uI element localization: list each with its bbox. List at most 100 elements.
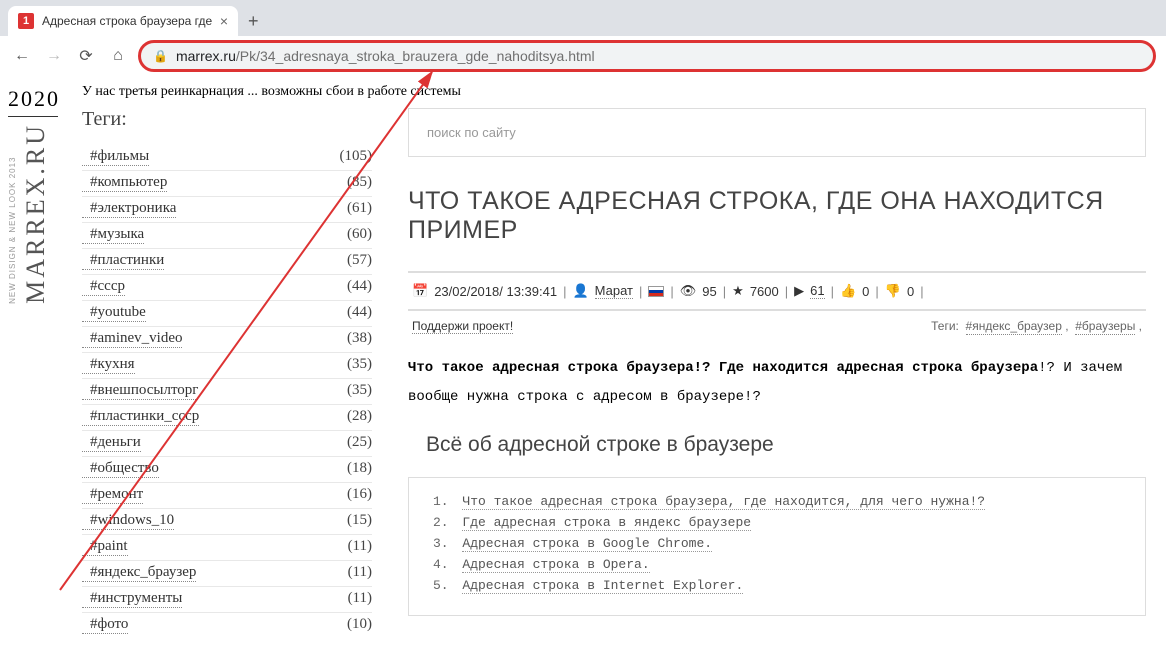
tag-link[interactable]: #деньги (82, 434, 141, 452)
tag-item[interactable]: #фото(10) (82, 612, 372, 634)
tag-count: (15) (347, 512, 372, 529)
tag-count: (25) (347, 434, 372, 451)
toc-item: Что такое адресная строка браузера, где … (433, 494, 1121, 509)
tag-item[interactable]: #пластинки_ссср (28) (82, 404, 372, 426)
tag-link[interactable]: #инструменты (82, 590, 182, 608)
browser-tab[interactable]: 1 Адресная строка браузера где × (8, 6, 238, 36)
reload-button[interactable]: ⟳ (74, 44, 98, 68)
thumbs-down-icon[interactable]: 👎 (885, 283, 901, 299)
tag-link[interactable]: #внешпосылторг (82, 382, 198, 400)
article-title: ЧТО ТАКОЕ АДРЕСНАЯ СТРОКА, ГДЕ ОНА НАХОД… (408, 187, 1146, 245)
tag-link[interactable]: #фильмы (82, 148, 149, 166)
tag-item[interactable]: #яндекс_браузер (11) (82, 560, 372, 582)
tag-link[interactable]: #youtube (82, 304, 146, 322)
tag-link[interactable]: #пластинки (82, 252, 164, 270)
article-tag-1[interactable]: #яндекс_браузер (966, 319, 1062, 335)
left-rail: 2020 NEW DISIGN & NEW LOOK 2013 MARREX.R… (0, 76, 58, 638)
toc: Что такое адресная строка браузера, где … (408, 477, 1146, 616)
tag-count: (35) (347, 356, 372, 373)
tag-count: (44) (347, 278, 372, 295)
tag-count: (28) (347, 408, 372, 425)
eye-icon: 👁 (680, 283, 697, 299)
tag-item[interactable]: #ссср (44) (82, 274, 372, 296)
tag-link[interactable]: #windows_10 (82, 512, 174, 530)
tag-item[interactable]: #деньги (25) (82, 430, 372, 452)
tags-heading: Теги: (82, 108, 372, 131)
search-input[interactable]: поиск по сайту (408, 108, 1146, 157)
support-link[interactable]: Поддержи проект! (412, 319, 513, 334)
tag-link[interactable]: #яндекс_браузер (82, 564, 196, 582)
back-button[interactable]: ← (10, 44, 34, 68)
toc-link[interactable]: Адресная строка в Opera. (462, 557, 649, 573)
tag-count: (11) (348, 564, 372, 581)
tab-strip: 1 Адресная строка браузера где × + (0, 0, 1166, 36)
tag-link[interactable]: #paint (82, 538, 128, 556)
tag-item[interactable]: #внешпосылторг(35) (82, 378, 372, 400)
close-icon[interactable]: × (220, 13, 228, 29)
notice: У нас третья реинкарнация ... возможны с… (58, 76, 1166, 108)
article-tag-2[interactable]: #браузеры (1075, 319, 1135, 335)
toc-item: Адресная строка в Opera. (433, 557, 1121, 572)
toc-item: Адресная строка в Internet Explorer. (433, 578, 1121, 593)
tag-count: (85) (347, 174, 372, 191)
meta-bar: 📅 23/02/2018/ 13:39:41 | 👤 Марат | | 👁 9… (408, 271, 1146, 311)
meta-date: 23/02/2018/ 13:39:41 (434, 284, 557, 299)
main-area: У нас третья реинкарнация ... возможны с… (58, 76, 1166, 638)
tag-link[interactable]: #ссср (82, 278, 125, 296)
intro-text: Что такое адресная строка браузера!? Где… (408, 354, 1146, 413)
tag-item[interactable]: #ремонт(16) (82, 482, 372, 504)
star-icon: ★ (732, 283, 744, 299)
tag-item[interactable]: #кухня (35) (82, 352, 372, 374)
tag-count: (57) (347, 252, 372, 269)
tag-count: (44) (347, 304, 372, 321)
home-button[interactable]: ⌂ (106, 44, 130, 68)
tag-item[interactable]: #paint (11) (82, 534, 372, 556)
meta-stars: 7600 (750, 284, 779, 299)
tagline: NEW DISIGN & NEW LOOK 2013 (8, 127, 17, 304)
tag-count: (11) (348, 538, 372, 555)
new-tab-button[interactable]: + (248, 11, 259, 32)
browser-chrome: 1 Адресная строка браузера где × + ← → ⟳… (0, 0, 1166, 76)
toc-link[interactable]: Адресная строка в Internet Explorer. (462, 578, 743, 594)
tag-link[interactable]: #компьютер (82, 174, 167, 192)
forward-button[interactable]: → (42, 44, 66, 68)
tag-count: (60) (347, 226, 372, 243)
tag-link[interactable]: #музыка (82, 226, 144, 244)
tag-link[interactable]: #пластинки_ссср (82, 408, 199, 426)
thumbs-up-icon[interactable]: 👍 (840, 283, 856, 299)
tag-link[interactable]: #общество (82, 460, 159, 478)
toc-link[interactable]: Адресная строка в Google Chrome. (462, 536, 712, 552)
tag-count: (105) (340, 148, 373, 165)
tag-item[interactable]: #электроника(61) (82, 196, 372, 218)
tag-link[interactable]: #ремонт (82, 486, 143, 504)
tag-item[interactable]: #компьютер (85) (82, 170, 372, 192)
author-link[interactable]: Марат (595, 283, 633, 299)
tag-link[interactable]: #электроника (82, 200, 176, 218)
tag-item[interactable]: #музыка (60) (82, 222, 372, 244)
meta-yt[interactable]: 61 (810, 283, 824, 299)
toc-item: Где адресная строка в яндекс браузере (433, 515, 1121, 530)
tag-link[interactable]: #aminev_video (82, 330, 182, 348)
tag-link[interactable]: #фото (82, 616, 128, 634)
tag-item[interactable]: #фильмы (105) (82, 145, 372, 166)
tag-item[interactable]: #пластинки (57) (82, 248, 372, 270)
tag-item[interactable]: #инструменты (11) (82, 586, 372, 608)
favicon: 1 (18, 13, 34, 29)
tag-item[interactable]: #youtube (44) (82, 300, 372, 322)
sub-meta: Поддержи проект! Теги: #яндекс_браузер ,… (408, 311, 1146, 354)
tag-item[interactable]: #windows_10 (15) (82, 508, 372, 530)
tag-link[interactable]: #кухня (82, 356, 135, 374)
tag-item[interactable]: #общество(18) (82, 456, 372, 478)
tag-item[interactable]: #aminev_video(38) (82, 326, 372, 348)
toc-link[interactable]: Что такое адресная строка браузера, где … (462, 494, 985, 510)
content: поиск по сайту ЧТО ТАКОЕ АДРЕСНАЯ СТРОКА… (408, 108, 1146, 638)
toc-link[interactable]: Где адресная строка в яндекс браузере (462, 515, 751, 531)
year-label: 2020 (8, 86, 58, 117)
sidebar: Теги: #фильмы (105) #компьютер (85) #электро… (82, 108, 372, 638)
address-bar[interactable]: 🔒 marrex.ru/Pk/34_adresnaya_stroka_brauz… (138, 40, 1156, 72)
meta-down: 0 (907, 284, 914, 299)
tag-count: (11) (348, 590, 372, 607)
toc-item: Адресная строка в Google Chrome. (433, 536, 1121, 551)
tag-list: #фильмы(105)#компьютер(85)#электроника(6… (82, 145, 372, 634)
flag-icon (648, 286, 664, 297)
